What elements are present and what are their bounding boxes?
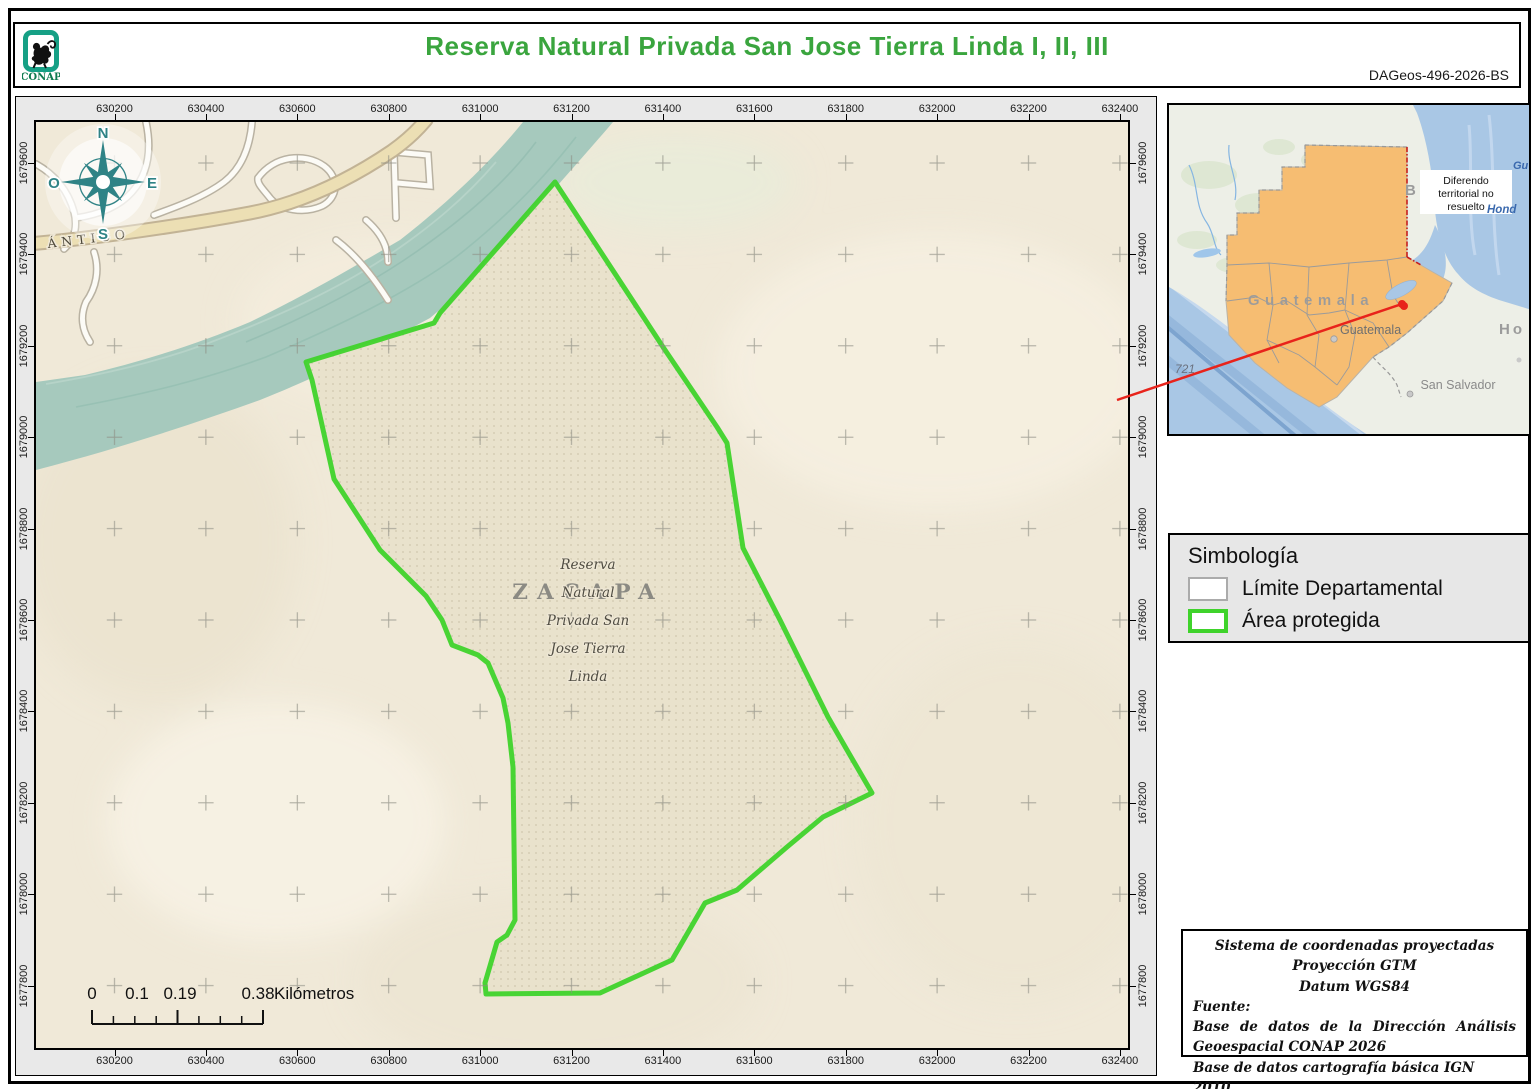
protected-area-swatch (1188, 609, 1228, 633)
legend-item-label: Límite Departamental (1242, 577, 1443, 601)
document-id: DAGeos-496-2026-BS (1369, 67, 1509, 83)
compass-north-label: N (98, 125, 109, 142)
inset-locator-map: B Diferendo territorial no resuelto Gu H… (1167, 103, 1531, 436)
page-title: Reserva Natural Privada San Jose Tierra … (15, 31, 1519, 62)
legend-item-departmental: Límite Departamental (1188, 577, 1528, 601)
legend-item-protected-area: Área protegida (1188, 609, 1528, 633)
note-line: Diferendo (1443, 175, 1489, 187)
source-line: Base de datos de la Dirección Análisis G… (1193, 1017, 1516, 1058)
capital-city-dot (1331, 336, 1337, 342)
scale-unit-label: Kilómetros (274, 984, 354, 1003)
datum-line: Datum WGS84 (1193, 977, 1516, 997)
note-line: territorial no (1438, 188, 1494, 200)
legend-title: Simbología (1188, 543, 1528, 569)
departmental-boundary-swatch (1188, 577, 1228, 601)
main-map-canvas: ÁNTICO ZACAPA Reserva Natural Privada Sa… (36, 122, 1128, 1048)
inset-canvas: B Diferendo territorial no resuelto Gu H… (1169, 105, 1529, 434)
reserve-label-line: Jose Tierra (547, 641, 625, 657)
scale-tick-label: 0.38 (241, 984, 274, 1003)
scale-tick-label: 0.19 (163, 984, 196, 1003)
main-map: ÁNTICO ZACAPA Reserva Natural Privada Sa… (34, 120, 1130, 1050)
scale-tick-label: 0.1 (125, 984, 149, 1003)
crs-line: Sistema de coordenadas proyectadas (1193, 936, 1516, 956)
san-salvador-label: San Salvador (1420, 378, 1495, 392)
gulf-label-fragment: Hond (1487, 204, 1517, 216)
compass-south-label: S (98, 226, 108, 243)
capital-city-label: Guatemala (1340, 323, 1401, 337)
belize-label-fragment: B (1405, 182, 1416, 199)
reserve-label-line: Reserva (559, 557, 615, 573)
reserve-label-line: Natural (561, 585, 615, 601)
reserve-label-line: Privada San (546, 613, 630, 629)
city-dot (1517, 358, 1522, 363)
reserve-label-line: Linda (568, 669, 608, 685)
source-heading: Fuente: (1193, 997, 1516, 1017)
compass-west-label: O (48, 175, 60, 192)
san-salvador-dot (1407, 391, 1413, 397)
map-sheet: CONAP Reserva Natural Privada San Jose T… (0, 0, 1536, 1089)
road-number-label: 721 (1175, 362, 1195, 376)
logo-text: CONAP (22, 72, 60, 83)
metadata-box: Sistema de coordenadas proyectadas Proye… (1181, 929, 1528, 1057)
legend: Simbología Límite Departamental Área pro… (1168, 533, 1530, 643)
projection-line: Proyección GTM (1193, 956, 1516, 976)
header: CONAP Reserva Natural Privada San Jose T… (13, 22, 1521, 88)
legend-item-label: Área protegida (1242, 609, 1380, 633)
reserve-location-dot (1400, 302, 1408, 310)
compass-east-label: E (147, 175, 157, 192)
gulf-label-fragment: Gu (1513, 160, 1529, 172)
scale-tick-label: 0 (87, 984, 96, 1003)
source-line: Base de datos cartografía básica IGN 201… (1193, 1058, 1516, 1089)
note-line: resuelto (1447, 201, 1485, 213)
country-label: Guatemala (1248, 292, 1374, 309)
honduras-label-fragment: Ho (1499, 321, 1525, 338)
